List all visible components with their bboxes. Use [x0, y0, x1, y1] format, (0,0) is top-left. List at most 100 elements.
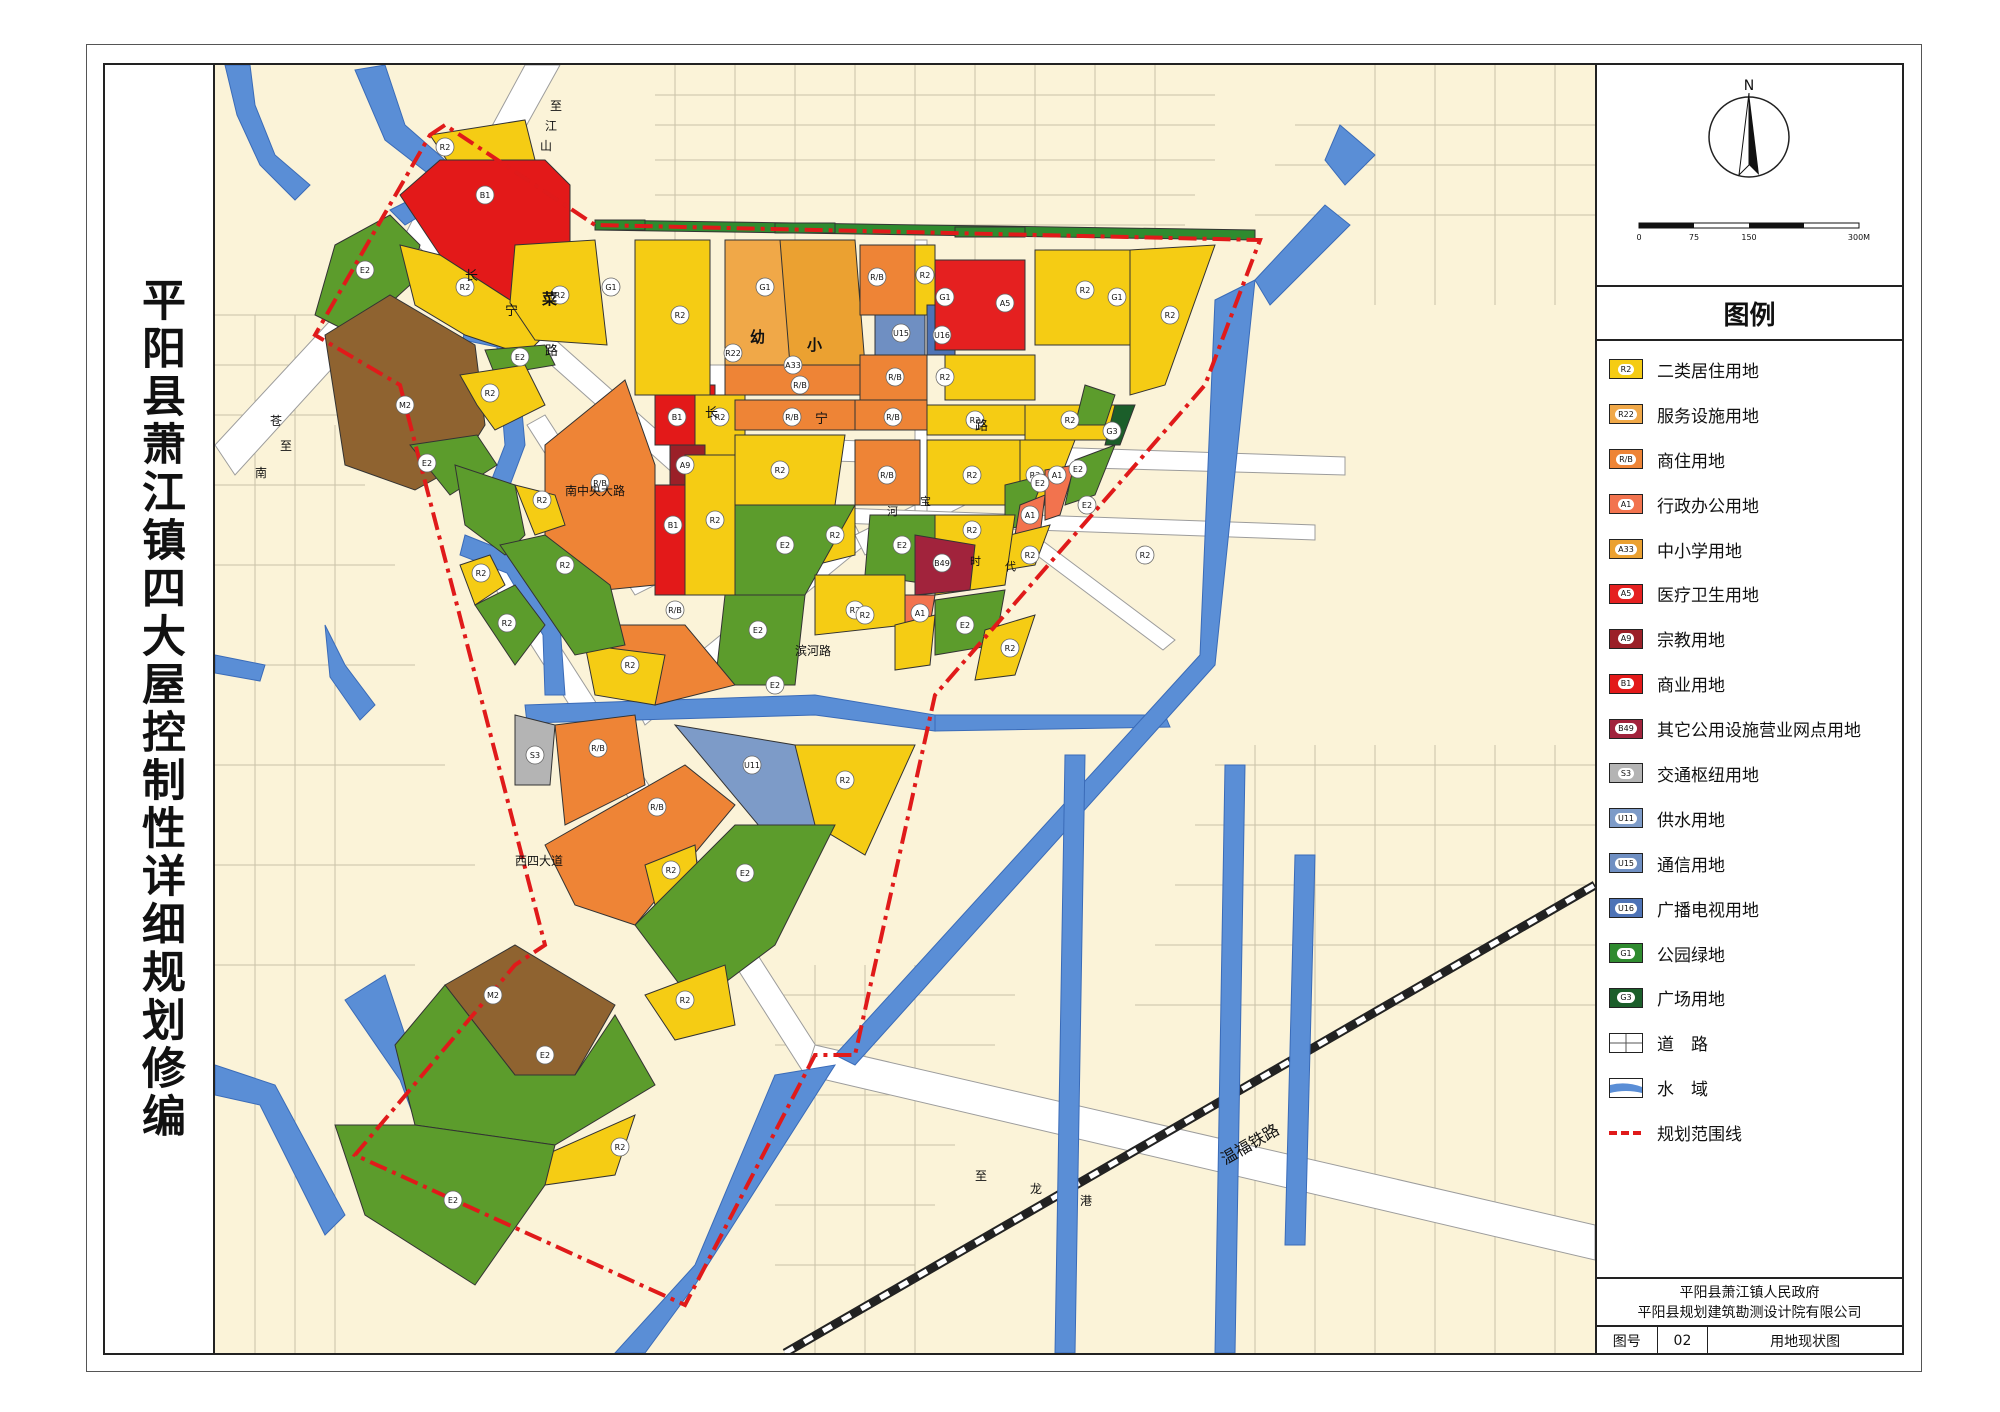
- parcel-code-text: R/B: [591, 744, 605, 753]
- organization-box: 平阳县萧江镇人民政府 平阳县规划建筑勘测设计院有限公司: [1597, 1277, 1902, 1327]
- parcel-code-label[interactable]: B1: [663, 515, 683, 535]
- parcel-code-label[interactable]: R2: [935, 367, 955, 387]
- parcel-code-label[interactable]: G1: [935, 287, 955, 307]
- parcel-code-label[interactable]: R2: [435, 137, 455, 157]
- parcel-code-label[interactable]: E2: [417, 453, 437, 473]
- parcel-code-label[interactable]: R/B: [782, 407, 802, 427]
- parcel-code-label[interactable]: R2: [480, 383, 500, 403]
- parcel-code-label[interactable]: M2: [395, 395, 415, 415]
- parcel-code-label[interactable]: R2: [661, 860, 681, 880]
- drawing-number-row: 图号 02 用地现状图: [1597, 1325, 1902, 1355]
- parcel-code-label[interactable]: R2: [555, 555, 575, 575]
- parcel-code-label[interactable]: R2: [610, 1137, 630, 1157]
- legend-swatch: [1609, 1123, 1643, 1143]
- parcel-code-text: B1: [672, 413, 683, 422]
- parcel-code-label[interactable]: R2: [497, 613, 517, 633]
- parcel-code-label[interactable]: A33: [783, 355, 803, 375]
- legend-swatch: [1609, 1032, 1643, 1053]
- parcel-code-label[interactable]: R2: [471, 563, 491, 583]
- parcel-code-label[interactable]: E2: [892, 535, 912, 555]
- parcel-code-text: U15: [893, 329, 909, 338]
- legend-code: U16: [1614, 902, 1638, 914]
- parcel-code-label[interactable]: R/B: [790, 375, 810, 395]
- parcel-code-text: R/B: [650, 803, 664, 812]
- parcel-code-label[interactable]: E2: [355, 260, 375, 280]
- parcel-code-label[interactable]: G1: [601, 277, 621, 297]
- parcel-code-label[interactable]: R2: [675, 990, 695, 1010]
- parcel-code-label[interactable]: A1: [1020, 505, 1040, 525]
- parcel-code-label[interactable]: M2: [483, 985, 503, 1005]
- legend-title: 图例: [1597, 287, 1902, 341]
- parcel-code-label[interactable]: R2: [855, 605, 875, 625]
- parcel-code-label[interactable]: R/B: [647, 797, 667, 817]
- parcel-code-label[interactable]: B49: [932, 553, 952, 573]
- parcel-code-label[interactable]: R2: [1160, 305, 1180, 325]
- parcel-code-label[interactable]: B1: [667, 407, 687, 427]
- parcel-code-label[interactable]: E2: [765, 675, 785, 695]
- parcel-code-text: U16: [934, 331, 950, 340]
- parcel-code-text: R2: [860, 611, 871, 620]
- parcel-code-label[interactable]: E2: [535, 1045, 555, 1065]
- parcel-code-label[interactable]: R/B: [883, 407, 903, 427]
- road-label-nancang-2: 南: [255, 465, 267, 480]
- parcel-code-label[interactable]: R/B: [877, 465, 897, 485]
- parcel-code-label[interactable]: R22: [723, 343, 743, 363]
- parcel-code-label[interactable]: U11: [742, 755, 762, 775]
- parcel-code-label[interactable]: R2: [532, 490, 552, 510]
- parcel-code-label[interactable]: R2: [670, 305, 690, 325]
- legend-code: G1: [1617, 947, 1635, 959]
- parcel-code-label[interactable]: E2: [775, 535, 795, 555]
- parcel-code-label[interactable]: A5: [995, 293, 1015, 313]
- parcel-code-label[interactable]: R2: [1020, 545, 1040, 565]
- parcel-code-label[interactable]: R2: [835, 770, 855, 790]
- parcel-code-label[interactable]: R2: [705, 510, 725, 530]
- parcel-code-label[interactable]: A1: [910, 603, 930, 623]
- parcel-code-label[interactable]: R2: [915, 265, 935, 285]
- parcel-code-label[interactable]: E2: [1077, 495, 1097, 515]
- parcel-code-label[interactable]: R2: [770, 460, 790, 480]
- parcel-code-label[interactable]: E2: [510, 347, 530, 367]
- parcel-code-label[interactable]: R2: [1000, 638, 1020, 658]
- parcel-code-label[interactable]: S3: [525, 745, 545, 765]
- legend-swatch: S3: [1609, 763, 1643, 784]
- scale-tick-0: 0: [1636, 233, 1641, 242]
- parcel-code-label[interactable]: R/B: [588, 738, 608, 758]
- parcel-code-label[interactable]: G1: [755, 277, 775, 297]
- map-area[interactable]: R2 B1 E2 R2 R2 M2 E2 R2 E2 R/B B1 R2 A9 B1 R2 R2 R22 A33 R…: [215, 65, 1597, 1353]
- parcel-code-label[interactable]: B1: [475, 185, 495, 205]
- parcel-code-label[interactable]: R2: [962, 520, 982, 540]
- legend-item: U11 供水用地: [1609, 796, 1899, 841]
- parcel-code-label[interactable]: U16: [932, 325, 952, 345]
- legend-code: A9: [1617, 633, 1635, 645]
- parcel-code-label[interactable]: R/B: [867, 267, 887, 287]
- parcel-code-text: A1: [915, 609, 926, 618]
- parcel-code-label[interactable]: R2: [962, 465, 982, 485]
- parcel-code-label[interactable]: G3: [1102, 421, 1122, 441]
- parcel-code-label[interactable]: A9: [675, 455, 695, 475]
- parcel-code-label[interactable]: E2: [735, 863, 755, 883]
- parcel-code-label[interactable]: R2: [1135, 545, 1155, 565]
- parcel-code-text: R2: [1065, 416, 1076, 425]
- parcel-code-label[interactable]: E2: [955, 615, 975, 635]
- parcel-code-text: S3: [530, 751, 540, 760]
- parcel-code-label[interactable]: R2: [620, 655, 640, 675]
- road-label-nancang-1: 至: [280, 439, 292, 453]
- parcel-code-label[interactable]: R/B: [885, 367, 905, 387]
- legend-item: B1 商业用地: [1609, 661, 1899, 706]
- parcel-code-label[interactable]: E2: [443, 1190, 463, 1210]
- parcel-code-label[interactable]: R2: [1075, 280, 1095, 300]
- parcel-code-text: G3: [1106, 427, 1117, 436]
- parcel-code-label[interactable]: E2: [1030, 473, 1050, 493]
- parcel-code-label[interactable]: R2: [1060, 410, 1080, 430]
- parcel-code-label[interactable]: E2: [748, 620, 768, 640]
- parcel-code-label[interactable]: R2: [825, 525, 845, 545]
- land-use-map[interactable]: R2 B1 E2 R2 R2 M2 E2 R2 E2 R/B B1 R2 A9 B1 R2 R2 R22 A33 R…: [215, 65, 1595, 1353]
- parcel-code-label[interactable]: U15: [891, 323, 911, 343]
- parcel-code-label[interactable]: E2: [1068, 459, 1088, 479]
- road-label-longgang-3: 港: [1080, 1194, 1092, 1208]
- parcel-code-label[interactable]: R/B: [665, 600, 685, 620]
- parcel-code-label[interactable]: G1: [1107, 287, 1127, 307]
- legend-label: 服务设施用地: [1657, 406, 1759, 427]
- parcel-code-label[interactable]: A1: [1047, 465, 1067, 485]
- parcel-code-text: E2: [448, 1196, 458, 1205]
